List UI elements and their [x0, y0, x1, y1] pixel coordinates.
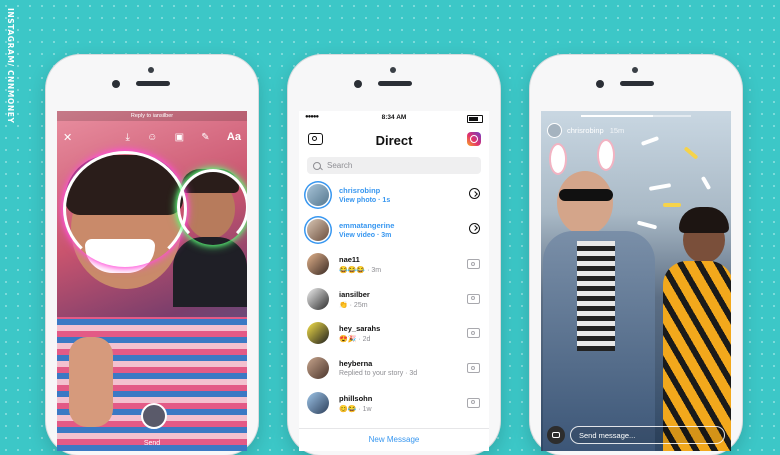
confetti: [700, 175, 712, 191]
bunny-ear-right: [597, 139, 615, 171]
story-header[interactable]: chrisrobinp 15m: [547, 123, 624, 138]
thread-status: 👏 · 25m: [339, 301, 368, 309]
face-filter-icon[interactable]: ☺: [147, 132, 157, 143]
phone-story-reply: Reply to iansilber ✕ ⤓ ☺ ▣ ✎ Aa Send: [46, 55, 258, 455]
neon-headphones-left: [63, 151, 187, 267]
signal-icon: ●●●●●: [305, 114, 319, 120]
avatar: [307, 391, 329, 414]
thread-row-phillsohn[interactable]: phillsohn 😊😂 · 1w: [299, 387, 489, 422]
earpiece-speaker: [136, 81, 170, 86]
camera-icon[interactable]: [308, 133, 323, 145]
hair-right: [679, 207, 729, 233]
send-message-input[interactable]: [570, 426, 725, 444]
avatar: [307, 184, 329, 206]
search-icon: [313, 161, 321, 170]
camera-icon[interactable]: [467, 328, 480, 339]
status-time: 8:34 AM: [381, 114, 407, 121]
camera-icon[interactable]: [547, 426, 565, 444]
status-bar: ●●●●● 8:34 AM: [299, 114, 489, 124]
story-progress-fill: [581, 115, 653, 117]
battery-icon: [467, 115, 483, 123]
phone-direct-inbox: ●●●●● 8:34 AM Direct chrisrobinp View ph…: [288, 55, 500, 455]
camera-icon[interactable]: [467, 362, 480, 373]
thread-status: 😍🎉 · 2d: [339, 336, 371, 344]
front-sensor: [390, 67, 396, 73]
download-icon[interactable]: ⤓: [125, 132, 129, 143]
send-label: Send: [143, 440, 161, 447]
earpiece-speaker: [378, 81, 412, 86]
thread-status: Replied to your story · 3d: [339, 369, 418, 377]
thread-row-hey_sarahs[interactable]: hey_sarahs 😍🎉 · 2d: [299, 317, 489, 352]
thread-username: emmatangerine: [339, 220, 395, 230]
avatar: [307, 253, 329, 276]
direct-screen: ●●●●● 8:34 AM Direct chrisrobinp View ph…: [299, 111, 489, 451]
story-time: 15m: [609, 126, 625, 135]
sticker-icon[interactable]: ▣: [175, 132, 184, 143]
thread-username: phillsohn: [339, 393, 373, 403]
camera-icon[interactable]: [467, 293, 480, 304]
avatar: [547, 123, 562, 138]
face-left: [557, 171, 613, 235]
camera-icon[interactable]: [467, 397, 480, 408]
neon-headphones-right: [177, 169, 247, 245]
avatar: [307, 287, 329, 310]
close-icon[interactable]: ✕: [63, 131, 72, 144]
thread-username: nae11: [339, 255, 360, 265]
front-sensor: [148, 67, 154, 73]
shirt-right: [173, 237, 247, 307]
open-arrow-icon[interactable]: [469, 222, 480, 234]
confetti: [648, 183, 672, 191]
sunglasses: [559, 189, 613, 201]
search-bar: [307, 157, 481, 174]
thread-status: View video · 3m: [339, 231, 392, 239]
earpiece-speaker: [620, 81, 654, 86]
story-reply-bar: [547, 425, 725, 445]
story-username: chrisrobinp: [567, 126, 604, 135]
confetti: [683, 146, 699, 160]
front-sensor: [632, 67, 638, 73]
bunny-ear-left: [549, 143, 567, 175]
thread-username: iansilber: [339, 289, 370, 299]
open-arrow-icon[interactable]: [469, 188, 480, 199]
thread-row-emmatangerine[interactable]: emmatangerine View video · 3m: [299, 214, 489, 249]
confetti: [663, 203, 681, 207]
tiger-jacket: [663, 261, 731, 451]
thread-row-chrisrobinp[interactable]: chrisrobinp View photo · 1s: [299, 179, 489, 214]
confetti: [640, 136, 660, 146]
thread-username: heyberna: [339, 358, 373, 368]
thread-row-nae11[interactable]: nae11 😂😂😂 · 3m: [299, 248, 489, 283]
thread-username: hey_sarahs: [339, 324, 381, 334]
camera-screen: Reply to iansilber ✕ ⤓ ☺ ▣ ✎ Aa Send: [57, 111, 247, 451]
front-camera: [112, 80, 120, 88]
thread-status: 😂😂😂 · 3m: [339, 267, 382, 275]
front-camera: [596, 80, 604, 88]
thread-row-heyberna[interactable]: heyberna Replied to your story · 3d: [299, 352, 489, 387]
avatar: [307, 356, 329, 379]
camera-toolbar: ✕ ⤓ ☺ ▣ ✎ Aa: [63, 129, 241, 145]
thread-list: chrisrobinp View photo · 1s emmatangerin…: [299, 179, 489, 421]
photo-credit: INSTAGRAM/ CNNMONEY: [6, 8, 15, 124]
instagram-icon[interactable]: [467, 132, 481, 146]
phone-story-viewer: chrisrobinp 15m: [530, 55, 742, 455]
avatar: [307, 322, 329, 345]
reply-to-label: Reply to iansilber: [57, 111, 247, 121]
search-input[interactable]: [327, 161, 477, 170]
thread-row-iansilber[interactable]: iansilber 👏 · 25m: [299, 283, 489, 318]
page-title: Direct: [375, 132, 413, 148]
thread-status: View photo · 1s: [339, 197, 391, 204]
peace-hand: [69, 337, 113, 427]
text-tool-button[interactable]: Aa: [227, 131, 241, 143]
front-camera: [354, 80, 362, 88]
camera-icon[interactable]: [467, 259, 480, 270]
confetti: [636, 220, 658, 230]
send-button[interactable]: [141, 403, 167, 429]
story-screen: chrisrobinp 15m: [541, 111, 731, 451]
avatar: [307, 218, 329, 241]
thread-status: 😊😂 · 1w: [339, 405, 372, 413]
direct-header: Direct: [299, 127, 489, 153]
thread-username: chrisrobinp: [339, 186, 381, 195]
pen-icon[interactable]: ✎: [201, 132, 209, 143]
story-progress-bar: [581, 115, 691, 117]
striped-shirt: [577, 241, 615, 351]
